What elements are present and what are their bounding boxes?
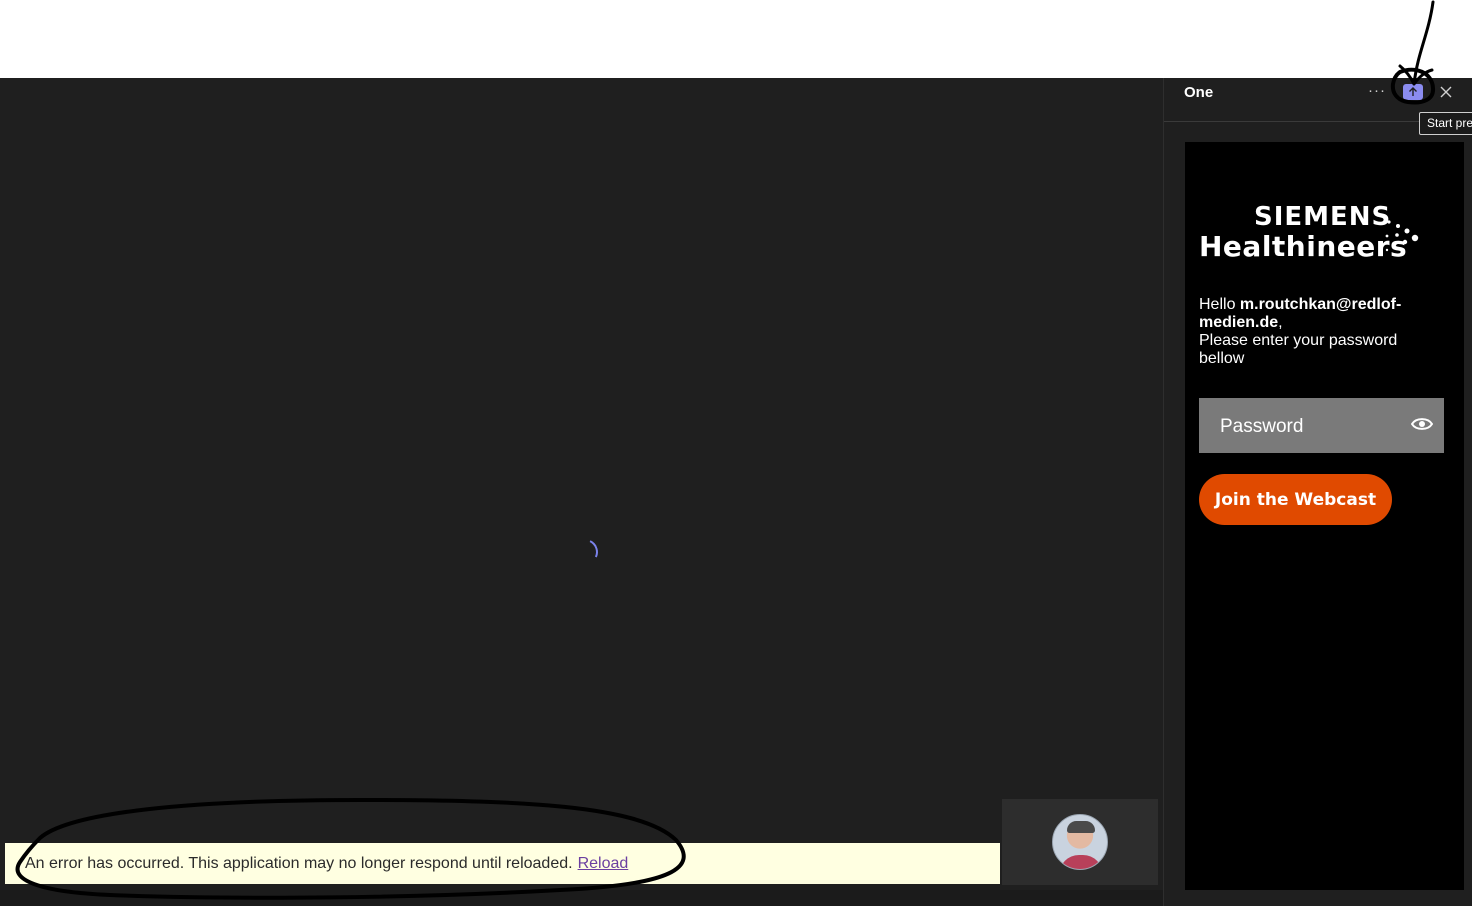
- webcast-app-frame: SIEMENS Healthineers Hello m.routchkan@r…: [1185, 142, 1464, 890]
- show-password-eye-icon[interactable]: [1411, 416, 1433, 432]
- password-field[interactable]: Password: [1199, 398, 1444, 453]
- logo-text-healthineers: Healthineers: [1199, 230, 1408, 263]
- reload-link[interactable]: Reload: [578, 855, 629, 873]
- avatar-shirt: [1059, 855, 1103, 869]
- teams-meeting-window: An error has occurred. This application …: [0, 0, 1472, 906]
- error-message: An error has occurred. This application …: [25, 854, 573, 872]
- logo-text-siemens: SIEMENS: [1254, 202, 1392, 232]
- greeting-text: Hello m.routchkan@redlof-medien.de, Plea…: [1199, 296, 1429, 368]
- participant-avatar: [1052, 814, 1108, 870]
- self-video-tile[interactable]: [1002, 799, 1158, 885]
- side-panel: One ··· SIEMENS Healthineers Hello m.rou…: [1163, 78, 1472, 906]
- error-notification-bar: An error has occurred. This application …: [5, 843, 1000, 884]
- healthineers-dots-icon: [1385, 220, 1419, 253]
- share-up-arrow-icon: [1409, 87, 1417, 96]
- start-presenting-button[interactable]: [1403, 84, 1423, 100]
- meeting-stage: [0, 78, 1163, 906]
- close-panel-button[interactable]: [1438, 84, 1454, 100]
- join-webcast-button[interactable]: Join the Webcast: [1199, 474, 1392, 525]
- greeting-prefix: Hello: [1199, 296, 1240, 313]
- more-options-button[interactable]: ···: [1368, 82, 1386, 104]
- password-placeholder: Password: [1220, 416, 1304, 437]
- greeting-comma: ,: [1278, 314, 1283, 331]
- close-icon: [1440, 86, 1452, 98]
- avatar-hair: [1067, 821, 1095, 833]
- password-instruction: Please enter your password bellow: [1199, 332, 1398, 367]
- panel-title: One: [1184, 84, 1214, 101]
- loading-spinner-icon: [568, 535, 602, 569]
- top-blank-area: [0, 0, 1472, 78]
- start-presenting-tooltip: Start pre: [1419, 112, 1472, 135]
